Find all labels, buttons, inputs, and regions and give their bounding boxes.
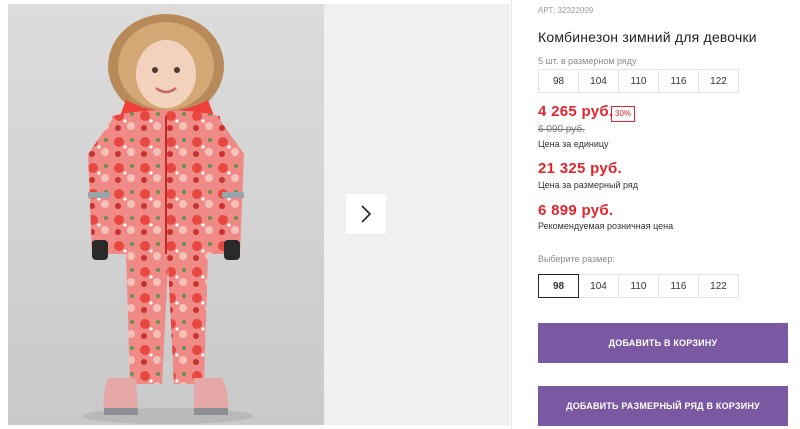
product-info-panel: АРТ: 32322009 Комбинезон зимний для дево… [538, 0, 800, 429]
product-photo [8, 4, 324, 425]
size-selector: 98 104 110 116 122 [538, 274, 739, 298]
choose-size-label: Выберите размер: [538, 254, 615, 264]
unit-price-caption: Цена за единицу [538, 139, 609, 149]
series-size-cell: 110 [618, 69, 659, 93]
series-price-caption: Цена за размерный ряд [538, 180, 639, 190]
chevron-right-icon [361, 205, 372, 223]
rrp-price: 6 899 руб. [538, 202, 614, 219]
series-sizes: 98 104 110 116 122 [538, 69, 739, 93]
size-option-104[interactable]: 104 [578, 274, 619, 298]
series-size-cell: 98 [538, 69, 579, 93]
next-image-button[interactable] [346, 194, 386, 234]
series-price: 21 325 руб. [538, 160, 623, 177]
series-size-cell: 122 [698, 69, 739, 93]
size-option-110[interactable]: 110 [618, 274, 659, 298]
size-option-98[interactable]: 98 [538, 274, 579, 298]
product-gallery [0, 0, 512, 429]
series-size-cell: 104 [578, 69, 619, 93]
add-to-cart-button[interactable]: ДОБАВИТЬ В КОРЗИНУ [538, 323, 788, 363]
panel-divider [511, 0, 512, 429]
old-price: 6 090 руб. [538, 124, 585, 135]
article-number: АРТ: 32322009 [538, 6, 594, 15]
unit-price: 4 265 руб. [538, 103, 614, 120]
series-caption: 5 шт. в размерном ряду [538, 56, 637, 66]
size-option-116[interactable]: 116 [658, 274, 699, 298]
size-option-122[interactable]: 122 [698, 274, 739, 298]
discount-badge: 30% [611, 106, 636, 122]
rrp-caption: Рекомендуемая розничная цена [538, 221, 674, 231]
series-size-cell: 116 [658, 69, 699, 93]
girl-in-snowsuit-image [8, 4, 324, 425]
add-series-to-cart-button[interactable]: ДОБАВИТЬ РАЗМЕРНЫЙ РЯД В КОРЗИНУ [538, 386, 788, 426]
product-title: Комбинезон зимний для девочки [538, 29, 757, 45]
